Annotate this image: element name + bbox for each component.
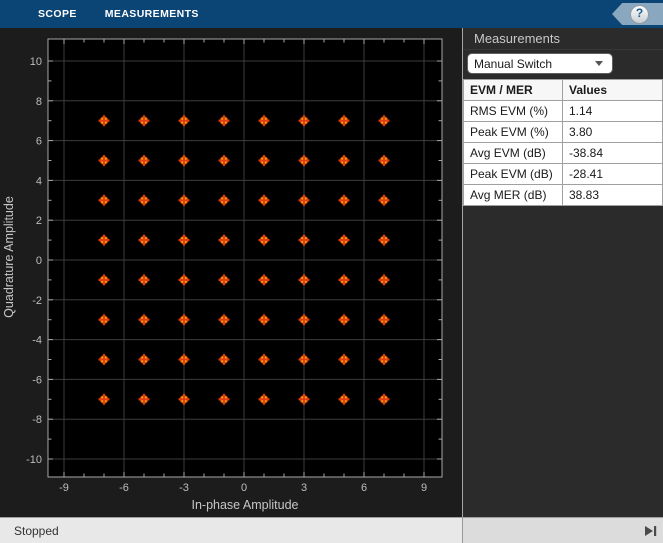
y-axis-label: Quadrature Amplitude <box>2 196 16 318</box>
svg-text:-2: -2 <box>32 295 42 307</box>
constellation-plot: -9 -6 -3 0 3 6 9 -10 -8 -6 -4 -2 0 2 4 6 8 10 In-phase Amp… <box>26 38 443 512</box>
help-area: ? <box>612 3 663 25</box>
svg-text:8: 8 <box>36 96 42 108</box>
measurements-panel: Measurements Manual Switch EVM / MER Valu… <box>463 28 663 517</box>
chevron-down-icon <box>595 61 603 66</box>
table-cell: Avg MER (dB) <box>463 184 563 206</box>
evm-mer-table: EVM / MER Values RMS EVM (%) 1.14 Peak EVM (… <box>463 79 663 206</box>
constellation-plot-panel: Quadrature Amplitude -9 -6 -3 0 3 6 9 -10 -8 -6 -4… <box>0 28 462 517</box>
toolstrip: SCOPE MEASUREMENTS ? <box>0 0 663 28</box>
svg-text:-10: -10 <box>26 454 42 466</box>
svg-text:2: 2 <box>36 215 42 227</box>
svg-text:-8: -8 <box>32 414 42 426</box>
table-cell: 3.80 <box>562 121 663 143</box>
svg-text:9: 9 <box>421 482 427 494</box>
table-cell: 1.14 <box>562 100 663 122</box>
column-header: Values <box>562 79 663 101</box>
table-cell: 38.83 <box>562 184 663 206</box>
svg-text:4: 4 <box>36 175 42 187</box>
table-cell: Peak EVM (dB) <box>463 163 563 185</box>
table-cell: RMS EVM (%) <box>463 100 563 122</box>
table-row[interactable]: RMS EVM (%) 1.14 <box>463 100 663 122</box>
svg-text:0: 0 <box>36 255 42 267</box>
svg-text:0: 0 <box>241 482 247 494</box>
table-row[interactable]: Avg EVM (dB) -38.84 <box>463 142 663 164</box>
svg-text:-4: -4 <box>32 335 42 347</box>
svg-text:-6: -6 <box>119 482 129 494</box>
table-row[interactable]: Peak EVM (dB) -28.41 <box>463 163 663 185</box>
tab-scope[interactable]: SCOPE <box>24 0 91 28</box>
svg-text:-6: -6 <box>32 374 42 386</box>
main-content: Quadrature Amplitude -9 -6 -3 0 3 6 9 -10 -8 -6 -4… <box>0 28 663 517</box>
svg-text:10: 10 <box>30 56 42 68</box>
status-bar: Stopped <box>0 517 663 543</box>
dropdown-value: Manual Switch <box>474 56 553 71</box>
constellation-diagram-window: SCOPE MEASUREMENTS ? Quadrature Amplitud… <box>0 0 663 543</box>
svg-text:3: 3 <box>301 482 307 494</box>
table-cell: Peak EVM (%) <box>463 121 563 143</box>
help-icon[interactable]: ? <box>630 4 649 24</box>
svg-text:6: 6 <box>36 136 42 148</box>
table-row[interactable]: Peak EVM (%) 3.80 <box>463 121 663 143</box>
x-axis-label: In-phase Amplitude <box>191 498 298 512</box>
axes-background <box>48 39 442 477</box>
table-cell: -38.84 <box>562 142 663 164</box>
measurements-panel-title: Measurements <box>463 28 663 50</box>
column-header: EVM / MER <box>463 79 563 101</box>
measurement-source-dropdown[interactable]: Manual Switch <box>467 53 613 74</box>
table-cell: -28.41 <box>562 163 663 185</box>
step-forward-icon[interactable] <box>644 525 658 537</box>
svg-text:6: 6 <box>361 482 367 494</box>
status-text-area: Stopped <box>0 518 462 543</box>
table-row[interactable]: Avg MER (dB) 38.83 <box>463 184 663 206</box>
status-text: Stopped <box>14 523 59 538</box>
table-header-row: EVM / MER Values <box>463 79 663 101</box>
svg-text:-9: -9 <box>59 482 69 494</box>
tab-measurements[interactable]: MEASUREMENTS <box>91 0 213 28</box>
table-cell: Avg EVM (dB) <box>463 142 563 164</box>
status-right-area <box>463 518 663 543</box>
svg-text:-3: -3 <box>179 482 189 494</box>
